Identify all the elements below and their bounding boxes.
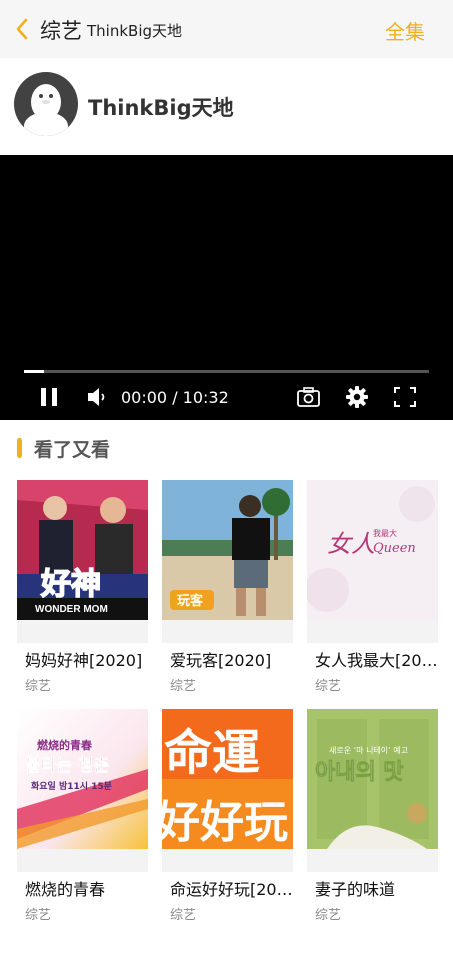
video-category: 综艺 — [170, 908, 197, 923]
video-thumbnail: 好神 WONDER MOM — [17, 480, 148, 620]
video-card[interactable]: 命運 好好玩 命运好好玩[2020] 综艺 — [162, 709, 293, 923]
video-title: 妈妈好神[2020] — [25, 651, 143, 670]
video-category: 综艺 — [25, 679, 52, 694]
progress-bar[interactable] — [24, 370, 429, 373]
avatar[interactable] — [14, 72, 78, 136]
video-title: 命运好好玩[2020] — [170, 880, 293, 899]
video-card[interactable]: 玩客 爱玩客[2020] 综艺 — [162, 480, 293, 694]
playback-time: 00:00 / 10:32 — [121, 388, 229, 407]
progress-fill — [24, 370, 45, 373]
thumb-small-text: 새로운 ‘마 니테이’ 예고 — [329, 745, 408, 755]
thumb-logo-text: 女人 — [327, 530, 375, 558]
thumb-padding — [17, 620, 148, 643]
nav-title: 综艺 — [40, 19, 82, 43]
thumb-logo-text: 好神 — [40, 568, 101, 601]
video-category: 综艺 — [315, 679, 342, 694]
video-thumbnail: 燃烧的青春 불타는 청춘 화요일 밤11시 15분 — [17, 709, 148, 849]
thumb-sub-text: WONDER MOM — [35, 604, 108, 615]
video-player[interactable]: 00:00 / 10:32 — [0, 155, 453, 420]
thumb-line2: 불타는 청춘 — [25, 755, 109, 776]
thumb-line1: 命運 — [164, 725, 260, 781]
channel-profile: ThinkBig天地 — [0, 58, 453, 154]
video-title: 爱玩客[2020] — [170, 651, 272, 670]
settings-gear-icon[interactable] — [345, 385, 369, 409]
thumb-line1: 燃烧的青春 — [36, 738, 93, 752]
volume-icon[interactable] — [86, 386, 110, 408]
video-card[interactable]: 燃烧的青春 불타는 청춘 화요일 밤11시 15분 燃烧的青春 综艺 — [17, 709, 148, 923]
thumb-small-text: 我最大 — [373, 528, 397, 538]
video-title: 燃烧的青春 — [25, 880, 106, 899]
video-thumbnail: 命運 好好玩 — [162, 709, 293, 849]
thumb-padding — [307, 849, 438, 872]
thumb-script-text: Queen — [373, 541, 416, 556]
section-header: 看了又看 — [0, 430, 453, 466]
video-thumbnail: 새로운 ‘마 니테이’ 예고 아내의 맛 — [307, 709, 438, 849]
all-episodes-button[interactable]: 全集 — [385, 16, 425, 45]
top-bar: 综艺 ThinkBig天地 全集 — [0, 0, 453, 58]
video-category: 综艺 — [315, 908, 342, 923]
nav-subtitle: ThinkBig天地 — [87, 22, 183, 40]
thumb-padding — [307, 620, 438, 643]
thumb-padding — [162, 620, 293, 643]
video-title: 妻子的味道 — [315, 880, 396, 899]
thumb-padding — [17, 849, 148, 872]
video-category: 综艺 — [170, 679, 197, 694]
section-title: 看了又看 — [34, 439, 111, 461]
thumb-big-text: 아내의 맛 — [315, 760, 404, 785]
video-card[interactable]: 새로운 ‘마 니테이’ 예고 아내의 맛 妻子的味道 综艺 — [307, 709, 438, 923]
channel-name: ThinkBig天地 — [88, 96, 234, 120]
default-avatar-icon — [24, 84, 68, 136]
screenshot-camera-icon[interactable] — [296, 385, 321, 409]
back-arrow-icon[interactable] — [14, 17, 30, 41]
video-card[interactable]: 好神 WONDER MOM 妈妈好神[2020] 综艺 — [17, 480, 148, 694]
video-category: 综艺 — [25, 908, 52, 923]
video-thumbnail: 玩客 — [162, 480, 293, 620]
pause-icon[interactable] — [39, 386, 59, 408]
thumb-line2: 好好玩 — [162, 797, 288, 848]
thumb-badge-text: 玩客 — [177, 593, 204, 609]
thumb-line3: 화요일 밤11시 15분 — [31, 780, 112, 792]
video-card[interactable]: 女人 我最大 Queen 女人我最大[2020] 综艺 — [307, 480, 438, 694]
thumb-padding — [162, 849, 293, 872]
fullscreen-icon[interactable] — [393, 386, 417, 408]
section-accent-bar — [17, 438, 22, 458]
video-title: 女人我最大[2020] — [315, 651, 438, 670]
video-thumbnail: 女人 我最大 Queen — [307, 480, 438, 620]
